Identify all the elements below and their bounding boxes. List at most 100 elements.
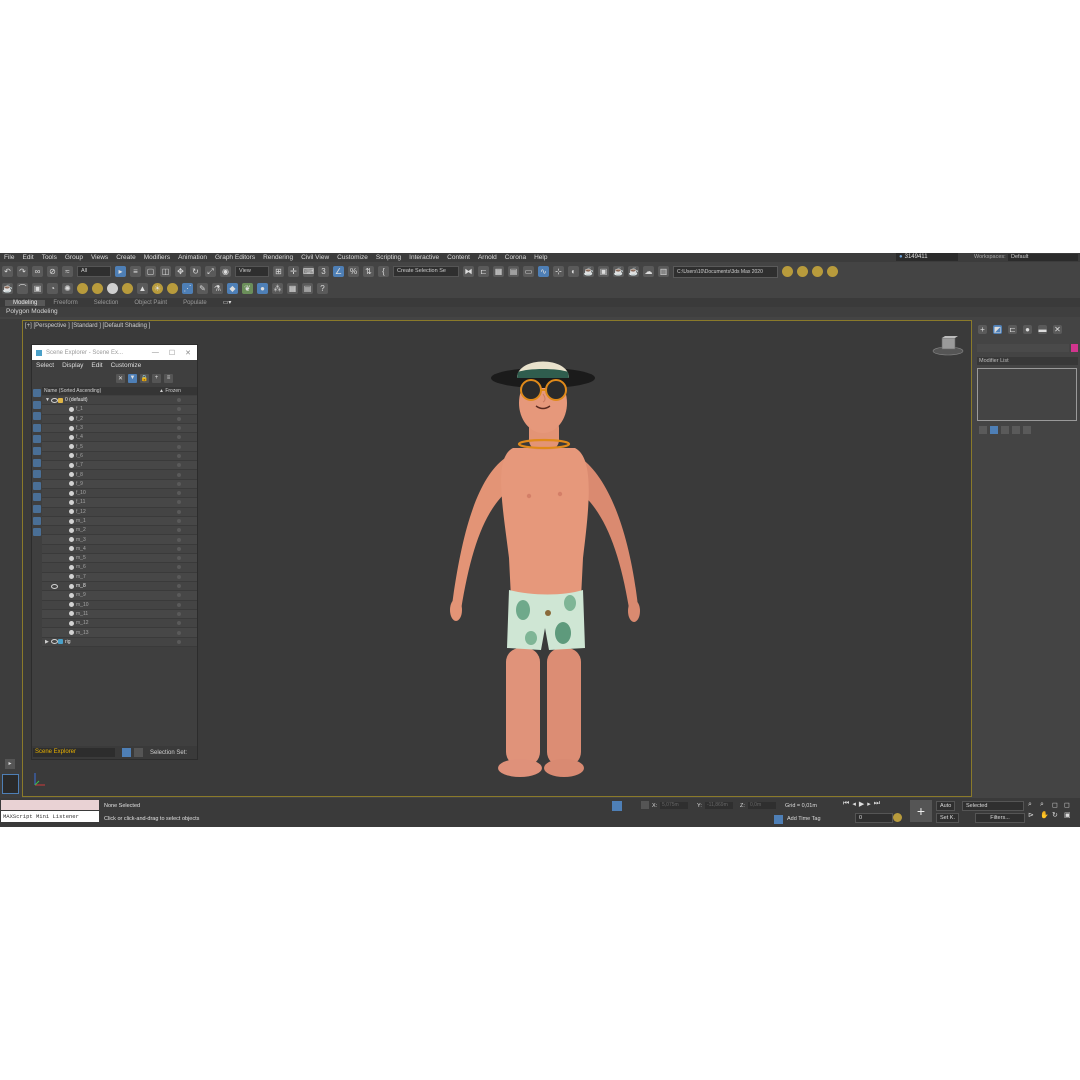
filter-icon[interactable]: ▼ xyxy=(128,373,137,383)
maxscript-listener-output[interactable] xyxy=(1,800,99,810)
maximize-viewport-icon[interactable]: ▣ xyxy=(1064,811,1074,819)
tab-selection[interactable]: Selection xyxy=(86,300,127,306)
key-filter-dropdown[interactable]: Selected xyxy=(962,801,1024,811)
frozen-toggle[interactable] xyxy=(177,416,181,421)
user-account-dropdown[interactable]: ● 3149411 xyxy=(896,253,958,261)
frozen-toggle[interactable] xyxy=(177,426,181,431)
visibility-eye-icon[interactable] xyxy=(51,397,58,403)
material-editor-icon[interactable]: ◐ xyxy=(568,266,579,277)
auto-key-button[interactable]: Auto xyxy=(936,801,956,811)
close-icon[interactable]: ✕ xyxy=(185,349,191,357)
add-time-tag-icon[interactable] xyxy=(774,815,783,824)
display-groups-icon[interactable] xyxy=(33,470,41,479)
list-item[interactable]: m_4 xyxy=(42,544,197,555)
viewport-layout-icon[interactable] xyxy=(2,774,19,794)
list-item[interactable]: m_1 xyxy=(42,516,197,527)
viewcube-icon[interactable] xyxy=(931,335,965,357)
display-containers-icon[interactable] xyxy=(33,504,41,513)
frozen-toggle[interactable] xyxy=(177,519,181,523)
zoom-all-icon[interactable]: ⌕ xyxy=(1040,801,1050,809)
percent-snap-icon[interactable]: % xyxy=(348,266,359,277)
display-geometry-icon[interactable] xyxy=(33,400,41,409)
list-item[interactable]: f_7 xyxy=(42,461,197,471)
utilities-tab-icon[interactable]: ✕ xyxy=(1053,325,1062,334)
list-item[interactable]: m_12 xyxy=(42,619,197,629)
x-coord-field[interactable]: 5,075m xyxy=(660,802,688,809)
current-frame-field[interactable]: 0 xyxy=(855,813,893,823)
frozen-toggle[interactable] xyxy=(177,639,181,644)
menu-rendering[interactable]: Rendering xyxy=(259,254,297,261)
se-menu-customize[interactable]: Customize xyxy=(107,362,146,369)
list-item[interactable]: f_8 xyxy=(42,470,197,480)
workspace-dropdown[interactable]: Default xyxy=(1008,254,1078,261)
frozen-toggle[interactable] xyxy=(177,453,181,458)
collapse-arrow-icon[interactable]: ▶ xyxy=(45,639,49,645)
explorer-selector[interactable]: Scene Explorer xyxy=(33,748,115,757)
bind-spacewarp-icon[interactable]: ≈ xyxy=(62,266,73,277)
list-item[interactable]: m_10 xyxy=(42,600,197,610)
list-item[interactable]: m_2 xyxy=(42,526,197,536)
select-object-icon[interactable]: ▸ xyxy=(115,266,126,277)
a360-gallery-icon[interactable]: ▥ xyxy=(658,266,669,277)
list-item[interactable]: m_6 xyxy=(42,563,197,573)
brush-icon[interactable]: ✎ xyxy=(197,283,208,294)
curve-editor-icon[interactable]: ∿ xyxy=(538,266,549,277)
schematic-view-icon[interactable]: ⊹ xyxy=(553,266,564,277)
frozen-toggle[interactable] xyxy=(177,621,181,626)
list-item[interactable]: f_2 xyxy=(42,414,197,424)
toggle-layer-explorer-icon[interactable]: ▤ xyxy=(508,266,519,277)
orbit-icon[interactable]: ↻ xyxy=(1052,811,1062,819)
select-place-icon[interactable]: ◉ xyxy=(220,266,231,277)
frozen-toggle[interactable] xyxy=(177,407,181,412)
create-tab-icon[interactable]: + xyxy=(978,325,987,334)
frozen-toggle[interactable] xyxy=(177,435,181,440)
render-in-cloud-icon[interactable]: ☁ xyxy=(643,266,654,277)
menu-help[interactable]: Help xyxy=(530,254,551,261)
display-frozen-icon[interactable] xyxy=(33,516,41,525)
frozen-toggle[interactable] xyxy=(177,528,181,533)
scatter-icon[interactable]: ⋰ xyxy=(182,283,193,294)
display-cameras-icon[interactable] xyxy=(33,435,41,444)
frozen-toggle[interactable] xyxy=(177,398,181,403)
frozen-toggle[interactable] xyxy=(177,463,181,468)
proxy-icon[interactable]: ◆ xyxy=(227,283,238,294)
object-name-field[interactable] xyxy=(977,344,1069,352)
selection-filter-dropdown[interactable]: All xyxy=(77,266,111,277)
list-item[interactable]: f_5 xyxy=(42,442,197,452)
set-project-icon[interactable] xyxy=(797,266,808,277)
list-item[interactable]: m_9 xyxy=(42,591,197,601)
modifier-stack[interactable] xyxy=(977,368,1077,421)
menu-edit[interactable]: Edit xyxy=(18,254,37,261)
set-key-big-button[interactable]: + xyxy=(910,800,932,822)
frozen-toggle[interactable] xyxy=(177,481,181,486)
dome-icon[interactable] xyxy=(92,283,103,294)
frozen-toggle[interactable] xyxy=(177,444,181,449)
se-menu-display[interactable]: Display xyxy=(58,362,87,369)
key-filters-button[interactable]: Filters... xyxy=(975,813,1025,823)
rect-selection-icon[interactable]: ▢ xyxy=(145,266,156,277)
display-spacewarps-icon[interactable] xyxy=(33,458,41,467)
multimap-icon[interactable]: ⁂ xyxy=(272,283,283,294)
redo-icon[interactable]: ↷ xyxy=(17,266,28,277)
menu-file[interactable]: File xyxy=(0,254,18,261)
menu-corona[interactable]: Corona xyxy=(501,254,530,261)
torus-icon[interactable] xyxy=(122,283,133,294)
window-crossing-icon[interactable]: ◫ xyxy=(160,266,171,277)
ribbon-polygon-modeling[interactable]: Polygon Modeling xyxy=(0,307,1080,317)
frozen-toggle[interactable] xyxy=(177,611,181,616)
render-setup-icon[interactable]: ☕ xyxy=(583,266,594,277)
display-hidden-icon[interactable] xyxy=(33,528,41,537)
modify-tab-icon[interactable]: ◩ xyxy=(993,325,1002,334)
menu-create[interactable]: Create xyxy=(112,254,140,261)
visibility-eye-icon[interactable] xyxy=(51,583,58,589)
pan-icon[interactable]: ✋ xyxy=(1040,811,1050,819)
hierarchy-tab-icon[interactable]: ⊏ xyxy=(1008,325,1017,334)
make-unique-icon[interactable] xyxy=(1001,426,1009,434)
field-of-view-icon[interactable]: ⊳ xyxy=(1028,811,1038,819)
spinner-snap-icon[interactable]: ⇅ xyxy=(363,266,374,277)
list-item[interactable]: f_3 xyxy=(42,423,197,434)
previous-frame-icon[interactable]: ◂ xyxy=(852,800,856,808)
select-scale-icon[interactable]: ⤢ xyxy=(205,266,216,277)
list-item[interactable]: m_11 xyxy=(42,609,197,620)
frozen-toggle[interactable] xyxy=(177,565,181,570)
